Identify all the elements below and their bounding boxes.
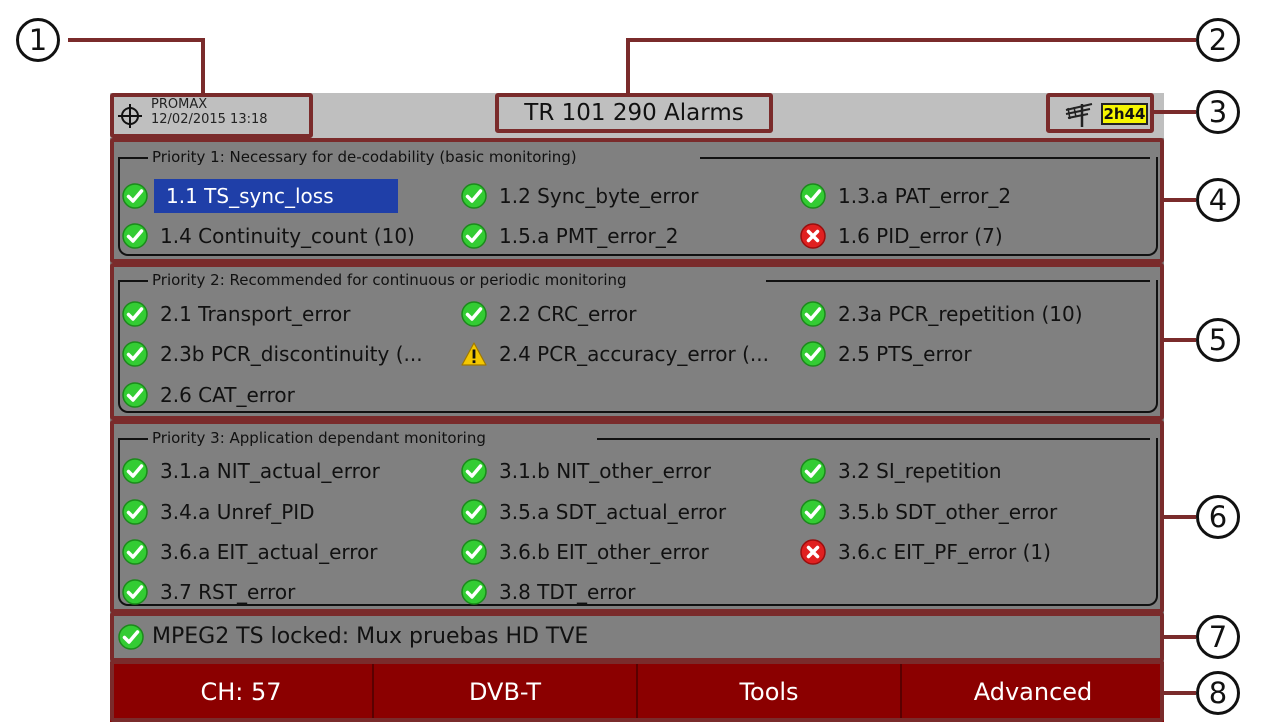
callout-8: 8: [1196, 671, 1240, 715]
callout-leaders: [68, 38, 1196, 695]
callout-1: 1: [16, 18, 60, 62]
callout-4: 4: [1196, 178, 1240, 222]
callout-5: 5: [1196, 318, 1240, 362]
callout-6: 6: [1196, 495, 1240, 539]
callout-3: 3: [1196, 90, 1240, 134]
callout-2: 2: [1196, 18, 1240, 62]
callout-7: 7: [1196, 615, 1240, 659]
